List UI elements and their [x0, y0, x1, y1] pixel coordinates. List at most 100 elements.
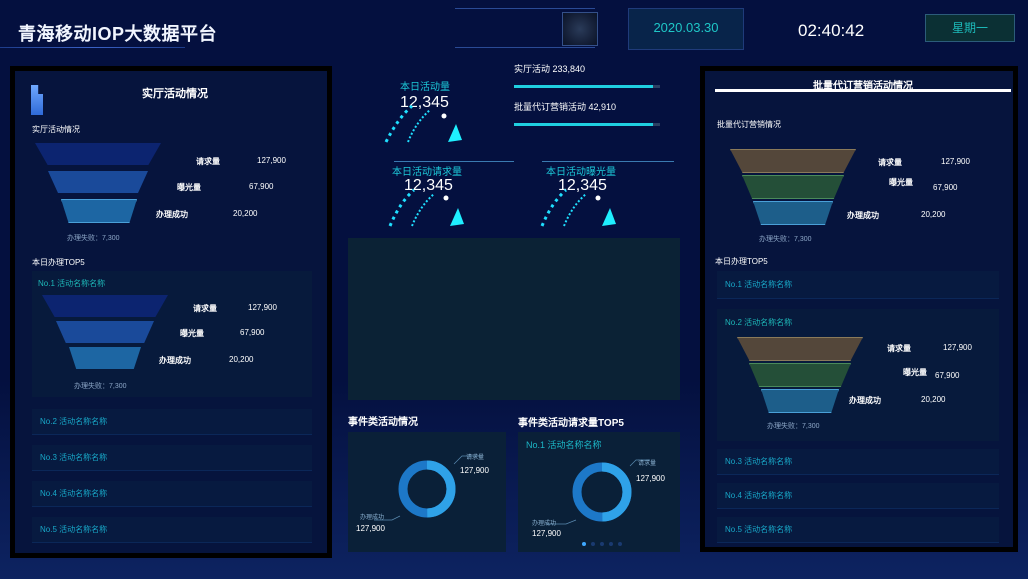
right-top2-name: No.2 活动名称名称 — [725, 318, 793, 327]
right-top2-exposure-label: 曝光量 — [903, 368, 927, 377]
right-panel: 批量代订营销活动情况 批量代订营销情况 请求量 127,900 曝光量 67,9… — [700, 66, 1018, 552]
event-top-title: 事件类活动请求量TOP5 — [518, 418, 624, 429]
request-value: 127,900 — [257, 156, 286, 165]
right-exposure-value: 67,900 — [933, 183, 958, 192]
top1-success-label: 办理成功 — [159, 356, 191, 365]
right-success-label: 办理成功 — [847, 211, 879, 220]
ring1-bottom-value: 127,900 — [356, 524, 385, 533]
fail-label: 办理失败：7,300 — [67, 235, 120, 242]
left-panel-title: 实厅活动情况 — [142, 88, 208, 100]
gauge-exposure-underline — [542, 161, 674, 162]
gauge-request-label: 本日活动请求量 — [392, 167, 462, 178]
stat-batch-bar — [514, 123, 660, 126]
stat-realhall-bar — [514, 85, 660, 88]
top1-fail-label: 办理失败：7,300 — [74, 383, 127, 390]
right-top-list-item-4[interactable]: No.4 活动名称名称 — [717, 483, 999, 509]
ring2-bottom-value: 127,900 — [532, 529, 561, 538]
stat-batch: 批量代订营销活动 42,910 — [514, 100, 664, 130]
right-top2-request-label: 请求量 — [887, 344, 911, 353]
left-top5-label: 本日办理TOP5 — [32, 258, 85, 267]
date-display: 2020.03.30 — [628, 8, 744, 50]
right-top2-request-value: 127,900 — [943, 343, 972, 352]
right-top-list-item-1[interactable]: No.1 活动名称名称 — [717, 271, 999, 299]
stat-batch-label: 批量代订营销活动 42,910 — [514, 102, 617, 112]
carousel-dot-5[interactable] — [618, 542, 622, 546]
right-top2-fail-label: 办理失败：7,300 — [767, 423, 820, 430]
top1-funnel-tier-success — [69, 347, 141, 369]
ring1-top-small: 请求量 — [466, 455, 485, 461]
top1-exposure-label: 曝光量 — [180, 329, 204, 338]
title-underline — [0, 47, 185, 48]
exposure-value: 67,900 — [249, 182, 274, 191]
right-funnel-tier-request — [730, 149, 856, 173]
page-title: 青海移动IOP大数据平台 — [18, 24, 218, 44]
event-title: 事件类活动情况 — [348, 417, 418, 428]
right-section-label: 批量代订营销情况 — [717, 120, 781, 129]
event-ring-chart — [374, 455, 480, 521]
funnel-tier-exposure — [48, 171, 148, 193]
gauge-request: 本日活动请求量 12,345 — [378, 160, 514, 232]
top-list-item-4[interactable]: No.4 活动名称名称 — [32, 481, 312, 507]
panel-flag-icon — [31, 85, 43, 115]
right-top2-exposure-value: 67,900 — [935, 371, 960, 380]
top1-funnel-tier-exposure — [56, 321, 154, 343]
success-label: 办理成功 — [156, 210, 188, 219]
right-top2-success-value: 20,200 — [921, 395, 946, 404]
ring1-top-value: 127,900 — [460, 466, 489, 475]
right-top-list-item-5[interactable]: No.5 活动名称名称 — [717, 517, 999, 543]
gauge-exposure: 本日活动曝光量 12,345 — [534, 160, 674, 232]
left-panel: 实厅活动情况 实厅活动情况 请求量 127,900 曝光量 67,900 办理成… — [10, 66, 332, 558]
right-funnel-tier-exposure — [742, 175, 844, 199]
top1-success-value: 20,200 — [229, 355, 254, 364]
exposure-label: 曝光量 — [177, 183, 201, 192]
right-request-value: 127,900 — [941, 157, 970, 166]
stat-batch-bar-fill — [514, 123, 653, 126]
right-top2-funnel-tier-exposure — [749, 363, 851, 387]
request-label: 请求量 — [196, 157, 220, 166]
stat-realhall-label: 实厅活动 233,840 — [514, 64, 586, 74]
right-request-label: 请求量 — [878, 158, 902, 167]
gauge-exposure-label: 本日活动曝光量 — [546, 167, 616, 178]
top1-card[interactable]: No.1 活动名称名称 请求量 127,900 曝光量 67,900 办理成功 … — [32, 271, 312, 397]
funnel-tier-request — [35, 143, 161, 165]
gauge-request-underline — [394, 161, 514, 162]
gauge-activity-arc-icon — [384, 104, 462, 143]
time-display: 02:40:42 — [798, 21, 865, 40]
gauge-exposure-arc-icon — [540, 188, 616, 227]
top1-exposure-value: 67,900 — [240, 328, 265, 337]
success-value: 20,200 — [233, 209, 258, 218]
stat-realhall: 实厅活动 233,840 — [514, 62, 664, 92]
right-exposure-label: 曝光量 — [889, 178, 913, 187]
right-top2-card[interactable]: No.2 活动名称名称 请求量 127,900 曝光量 67,900 办理成功 … — [717, 309, 999, 441]
ring2-top-small: 请求量 — [638, 461, 657, 467]
right-success-value: 20,200 — [921, 210, 946, 219]
right-funnel-tier-success — [753, 201, 833, 225]
gauge-activity-label: 本日活动量 — [400, 82, 450, 93]
top1-name: No.1 活动名称名称 — [38, 279, 106, 288]
weekday-button[interactable]: 星期一 — [925, 14, 1015, 42]
left-section-label: 实厅活动情况 — [32, 125, 80, 134]
right-top5-label: 本日办理TOP5 — [715, 257, 768, 266]
top-list-item-3[interactable]: No.3 活动名称名称 — [32, 445, 312, 471]
ring1-bottom-small: 办理成功 — [360, 515, 385, 521]
top-list-item-2[interactable]: No.2 活动名称名称 — [32, 409, 312, 435]
funnel-tier-success — [61, 199, 137, 223]
carousel-dot-1[interactable] — [582, 542, 586, 546]
right-top-list-item-3[interactable]: No.3 活动名称名称 — [717, 449, 999, 475]
ring2-top-value: 127,900 — [636, 474, 665, 483]
right-top2-funnel-tier-request — [737, 337, 863, 361]
map-area[interactable] — [348, 238, 680, 400]
event-top-card: No.1 活动名称名称 请求量 127,900 办理成功 127,900 — [518, 432, 680, 552]
carousel-dots[interactable] — [582, 542, 632, 548]
top-list-item-5[interactable]: No.5 活动名称名称 — [32, 517, 312, 543]
stat-realhall-bar-fill — [514, 85, 653, 88]
gauge-activity: 本日活动量 12,345 — [378, 76, 478, 146]
right-top2-funnel-tier-success — [761, 389, 839, 413]
top1-request-label: 请求量 — [193, 304, 217, 313]
carousel-dot-4[interactable] — [609, 542, 613, 546]
gauge-request-arc-icon — [388, 188, 464, 227]
carousel-dot-3[interactable] — [600, 542, 604, 546]
carousel-dot-2[interactable] — [591, 542, 595, 546]
top1-funnel-tier-request — [42, 295, 168, 317]
top1-request-value: 127,900 — [248, 303, 277, 312]
